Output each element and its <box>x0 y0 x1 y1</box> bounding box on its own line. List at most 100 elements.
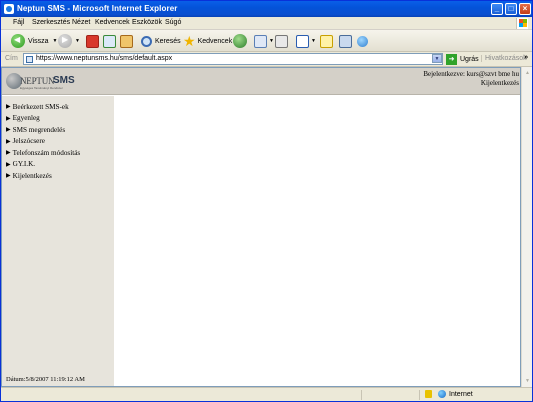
address-url[interactable]: https://www.neptunsms.hu/sms/default.asp… <box>36 55 172 62</box>
sidebar-item-logout[interactable]: ▶ Kijelentkezés <box>2 170 114 182</box>
page-viewport: NEPTUN SMS Egységes Tanulmányi Rendszer … <box>1 67 521 387</box>
sidebar-item-label: Jelszócsere <box>12 137 45 146</box>
sidebar-item-label: Kijelentkezés <box>12 171 52 180</box>
back-label: Vissza <box>28 37 49 45</box>
user-info: Bejelentkezve: kurs@szvt bme hu Kijelent… <box>423 70 519 88</box>
internet-globe-icon <box>438 390 446 398</box>
site-header: NEPTUN SMS Egységes Tanulmányi Rendszer … <box>2 68 520 95</box>
chevron-down-icon[interactable]: ▼ <box>311 38 316 44</box>
address-bar: Cím https://www.neptunsms.hu/sms/default… <box>1 52 532 67</box>
title-bar[interactable]: Neptun SMS - Microsoft Internet Explorer… <box>1 1 532 17</box>
menu-edit[interactable]: Szerkesztés <box>32 19 70 26</box>
chevron-down-icon[interactable]: ▼ <box>75 38 80 44</box>
minimize-button[interactable]: _ <box>491 3 503 15</box>
logo-text-sms: SMS <box>53 75 75 86</box>
go-label: Ugrás <box>460 55 479 63</box>
address-input[interactable]: https://www.neptunsms.hu/sms/default.asp… <box>23 53 443 65</box>
chevron-down-icon[interactable]: ▼ <box>53 38 58 44</box>
print-button[interactable] <box>275 33 288 49</box>
triangle-right-icon: ▶ <box>6 104 11 111</box>
sidebar-item-received-sms[interactable]: ▶ Beérkezett SMS-ek <box>2 101 114 113</box>
menu-help[interactable]: Súgó <box>165 19 181 26</box>
history-icon <box>233 34 247 48</box>
address-dropdown-button[interactable]: ▼ <box>432 54 442 63</box>
sidebar-item-balance[interactable]: ▶ Egyenleg <box>2 113 114 125</box>
messenger-icon <box>357 35 368 47</box>
menu-tools[interactable]: Eszközök <box>132 19 162 26</box>
page-icon <box>26 56 33 63</box>
search-label: Keresés <box>155 37 181 45</box>
mail-button[interactable]: ▼ <box>254 33 274 49</box>
scroll-down-arrow-icon[interactable]: ▼ <box>523 376 532 386</box>
menu-file[interactable]: Fájl <box>13 19 24 26</box>
refresh-button[interactable] <box>103 33 116 49</box>
menu-favorites[interactable]: Kedvencek <box>95 19 130 26</box>
forward-arrow-icon <box>58 34 72 48</box>
status-divider <box>419 390 420 400</box>
maximize-button[interactable]: □ <box>505 3 517 15</box>
links-button[interactable]: Hivatkozások <box>481 55 527 62</box>
logged-in-text: Bejelentkezve: kurs@szvt bme hu <box>423 70 519 78</box>
print-icon <box>275 34 288 48</box>
history-button[interactable] <box>233 33 247 49</box>
messenger-button[interactable] <box>357 33 368 49</box>
research-icon <box>339 34 352 48</box>
sidebar-item-label: SMS megrendelés <box>12 125 66 134</box>
stop-button[interactable] <box>86 33 99 49</box>
zone-label: Internet <box>449 390 473 398</box>
refresh-icon <box>103 34 116 48</box>
lock-icon[interactable] <box>425 390 432 398</box>
logo-text-neptun: NEPTUN <box>20 76 55 86</box>
triangle-right-icon: ▶ <box>6 138 11 145</box>
sidebar: ▶ Beérkezett SMS-ek ▶ Egyenleg ▶ SMS megren… <box>2 96 114 386</box>
security-zone[interactable]: Internet <box>438 390 473 398</box>
status-bar: Internet <box>1 387 532 401</box>
neptun-sms-logo[interactable]: NEPTUN SMS Egységes Tanulmányi Rendszer <box>6 72 76 92</box>
favorites-button[interactable]: ★ Kedvencek <box>183 33 232 49</box>
sidebar-item-label: Egyenleg <box>12 114 40 123</box>
sidebar-item-phone-change[interactable]: ▶ Telefonszám módosítás <box>2 147 114 159</box>
mail-icon <box>254 34 267 48</box>
vertical-scrollbar[interactable]: ▲ ▼ <box>521 67 532 387</box>
sidebar-item-faq[interactable]: ▶ GY.I.K. <box>2 159 114 171</box>
status-divider <box>361 390 362 400</box>
menu-bar: Fájl Szerkesztés Nézet Kedvencek Eszközö… <box>1 17 532 30</box>
search-button[interactable]: Keresés <box>141 33 181 49</box>
go-arrow-icon: ➜ <box>446 53 457 65</box>
star-icon: ★ <box>183 33 196 49</box>
sidebar-item-label: Beérkezett SMS-ek <box>12 102 69 111</box>
standard-toolbar: Vissza ▼ ▼ Keresés ★ Kedvencek ▼ <box>1 30 532 52</box>
discuss-button[interactable] <box>320 33 333 49</box>
edit-button[interactable]: ▼ <box>296 33 316 49</box>
back-button[interactable]: Vissza ▼ <box>11 33 57 49</box>
word-icon <box>296 34 309 48</box>
ie-icon <box>4 4 14 14</box>
note-icon <box>320 34 333 48</box>
logo-tagline: Egységes Tanulmányi Rendszer <box>20 86 63 90</box>
go-button[interactable]: ➜ Ugrás <box>446 53 479 65</box>
browser-window: Neptun SMS - Microsoft Internet Explorer… <box>0 0 533 402</box>
home-icon <box>120 34 133 48</box>
research-button[interactable] <box>339 33 352 49</box>
sidebar-item-label: GY.I.K. <box>12 160 36 169</box>
triangle-right-icon: ▶ <box>6 173 11 180</box>
close-button[interactable]: × <box>519 3 531 15</box>
triangle-right-icon: ▶ <box>6 161 11 168</box>
favorites-label: Kedvencek <box>197 37 233 45</box>
sidebar-item-sms-order[interactable]: ▶ SMS megrendelés <box>2 124 114 136</box>
triangle-right-icon: ▶ <box>6 115 11 122</box>
windows-logo-icon <box>516 18 528 29</box>
date-text: Dátum:5/8/2007 11:19:12 AM <box>6 376 85 383</box>
sidebar-item-password-change[interactable]: ▶ Jelszócsere <box>2 136 114 148</box>
forward-button[interactable]: ▼ <box>58 33 80 49</box>
stop-icon <box>86 34 99 48</box>
triangle-right-icon: ▶ <box>6 127 11 134</box>
triangle-right-icon: ▶ <box>6 150 11 157</box>
toolbar-overflow-icon[interactable]: » <box>524 54 528 61</box>
chevron-down-icon[interactable]: ▼ <box>269 38 274 44</box>
scroll-up-arrow-icon[interactable]: ▲ <box>523 68 532 78</box>
header-logout-link[interactable]: Kijelentkezés <box>423 79 519 88</box>
sidebar-menu: ▶ Beérkezett SMS-ek ▶ Egyenleg ▶ SMS megren… <box>2 96 114 182</box>
home-button[interactable] <box>120 33 133 49</box>
menu-view[interactable]: Nézet <box>72 19 90 26</box>
